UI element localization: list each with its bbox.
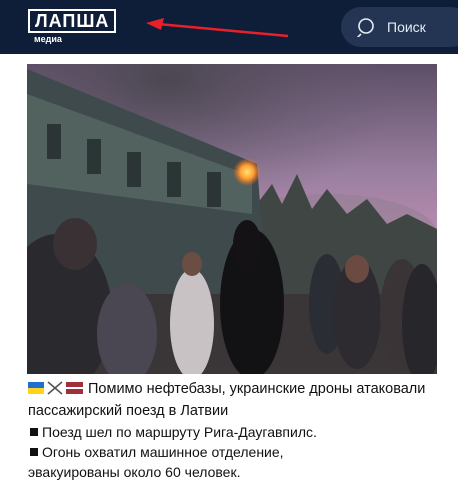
logo-subtitle: медиа bbox=[34, 34, 62, 44]
photo-train-fire bbox=[27, 64, 437, 374]
logo-text: ЛАПША bbox=[28, 9, 117, 33]
top-header: ЛАПША медиа Поиск bbox=[0, 0, 458, 54]
bullet-text: Поезд шел по маршруту Рига-Даугавпилс. bbox=[42, 424, 317, 440]
bullet-square-icon bbox=[30, 448, 38, 456]
headline-text: Помимо нефтебазы, украинские дроны атако… bbox=[28, 381, 426, 419]
bullet-square-icon bbox=[30, 428, 38, 436]
bullet-item: Огонь охватил машинное отделение, bbox=[28, 442, 448, 462]
latvia-flag-icon bbox=[66, 382, 83, 394]
search-label: Поиск bbox=[387, 19, 426, 35]
search-icon bbox=[357, 18, 374, 37]
bullet-item: Поезд шел по маршруту Рига-Даугавпилс. bbox=[28, 422, 448, 442]
bullet-item: эвакуированы около 60 человек. bbox=[28, 462, 448, 482]
post-text: Помимо нефтебазы, украинские дроны атако… bbox=[28, 378, 448, 482]
bullet-text: эвакуированы около 60 человек. bbox=[28, 464, 241, 480]
ukraine-flag-icon bbox=[28, 382, 44, 394]
bullet-text: Огонь охватил машинное отделение, bbox=[42, 444, 284, 460]
site-logo[interactable]: ЛАПША медиа bbox=[28, 9, 117, 44]
red-arrow-annotation bbox=[146, 18, 289, 38]
crossed-swords-icon bbox=[47, 381, 63, 395]
post-photo[interactable] bbox=[27, 64, 437, 374]
search-button[interactable]: Поиск bbox=[341, 7, 458, 47]
post-headline: Помимо нефтебазы, украинские дроны атако… bbox=[28, 378, 448, 422]
flags-icon bbox=[28, 381, 83, 395]
